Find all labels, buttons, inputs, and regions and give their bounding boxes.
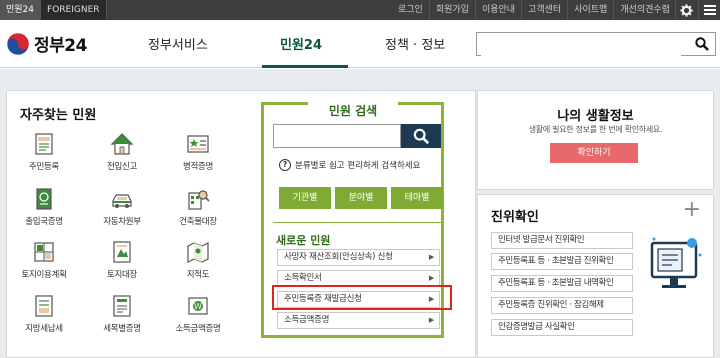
house-icon (110, 132, 134, 156)
verification-title: 진위확인 (491, 210, 539, 225)
frequent-item-label: 병적증명 (182, 162, 214, 172)
frequent-item-military[interactable]: 병적증명 (168, 132, 228, 172)
passport-icon (32, 187, 56, 211)
frequent-item-label: 세목별증명 (103, 324, 141, 334)
tab-by-agency[interactable]: 기관별 (279, 187, 331, 209)
frequent-item-car[interactable]: 자동차원부 (92, 187, 152, 227)
nav-policy-info[interactable]: 정책 · 정보 (385, 34, 445, 53)
building-search-icon (186, 187, 210, 211)
land-ledger-icon (110, 240, 134, 264)
verification-item[interactable]: 주민등록표 등 · 초본발급 내역확인 (491, 275, 633, 292)
frequent-item-label: 토지이용계획 (21, 270, 67, 280)
civil-divider (273, 222, 441, 223)
verification-item[interactable]: 인감증명발급 사실확인 (491, 319, 633, 336)
svg-text:W: W (194, 302, 202, 311)
civil-search-hint: ? 분류별로 쉽고 편리하게 검색하세요 (279, 159, 420, 171)
frequent-item-tax-item[interactable]: 세목별증명 (92, 294, 152, 334)
nav-minwon24[interactable]: 민원24 (280, 34, 322, 53)
nav-active-underline (262, 65, 348, 68)
civil-search-input[interactable] (273, 124, 401, 148)
land-use-icon (32, 240, 56, 264)
frequent-item-local-tax[interactable]: 지방세납세 (14, 294, 74, 334)
main-header: 정부24 정부서비스 민원24 정책 · 정보 (0, 20, 720, 68)
taegeuk-logo-icon (6, 32, 30, 55)
new-civil-item[interactable]: 사망자 재산조회(안심상속) 신청 ▶ (277, 249, 440, 266)
signup-link[interactable]: 회원가입 (428, 0, 475, 20)
frequent-item-label: 지적도 (186, 270, 210, 280)
frequent-item-immigration[interactable]: 출입국증명 (14, 187, 74, 227)
life-info-panel: 나의 생활정보 생활에 필요한 정보를 한 번에 확인하세요. 확인하기 (477, 90, 714, 190)
new-civil-title: 새로운 민원 (276, 234, 331, 247)
frequent-item-land-use[interactable]: 토지이용계획 (14, 240, 74, 280)
verification-item[interactable]: 인터넷 발급문서 진위확인 (491, 232, 633, 249)
frequent-item-move-in[interactable]: 전입신고 (92, 132, 152, 172)
tab-by-theme[interactable]: 테마별 (391, 187, 443, 209)
gear-icon[interactable] (675, 0, 697, 20)
arrow-right-icon: ▶ (428, 274, 434, 282)
plus-icon[interactable]: + (683, 197, 701, 222)
life-info-subtitle: 생활에 필요한 정보를 한 번에 확인하세요. (528, 125, 663, 134)
frequent-item-label: 출입국증명 (25, 217, 63, 227)
frequent-item-label: 소득금액증명 (175, 324, 221, 334)
verification-panel: 진위확인 + 인터넷 발급문서 진위확인 주민등록표 등 · 초본발급 진위확인… (477, 194, 714, 358)
verification-item[interactable]: 주민등록표 등 · 초본발급 진위확인 (491, 253, 633, 270)
life-info-button[interactable]: 확인하기 (550, 143, 638, 163)
frequent-item-resident[interactable]: 주민등록 (14, 132, 74, 172)
car-icon (110, 187, 134, 211)
frequent-item-land-ledger[interactable]: 토지대장 (92, 240, 152, 280)
frequent-item-label: 건축물대장 (179, 217, 217, 227)
tax-item-icon (110, 294, 134, 318)
tab-by-field[interactable]: 분야별 (335, 187, 387, 209)
login-link[interactable]: 로그인 (392, 0, 429, 20)
frequent-item-income[interactable]: W 소득금액증명 (168, 294, 228, 334)
guide-link[interactable]: 이용안내 (474, 0, 521, 20)
logo-text: 정부24 (34, 36, 87, 56)
nav-government-services[interactable]: 정부서비스 (148, 34, 208, 53)
frequent-item-label: 토지대장 (106, 270, 138, 280)
top-bar: 민원24 FOREIGNER 로그인 회원가입 이용안내 고객센터 사이트맵 개… (0, 0, 720, 20)
cadastral-map-icon (186, 240, 210, 264)
verification-item[interactable]: 주민등록증 진위확인 · 잠김해제 (491, 297, 633, 314)
new-civil-item-label: 사망자 재산조회(안심상속) 신청 (284, 252, 393, 262)
tab-minwon24[interactable]: 민원24 (0, 0, 42, 20)
new-civil-item-label: 소득금액증명 (284, 315, 330, 325)
military-record-icon (186, 132, 210, 156)
search-icon (413, 128, 429, 144)
frequent-item-label: 자동차원부 (103, 217, 141, 227)
arrow-right-icon: ▶ (428, 316, 434, 324)
frequent-item-label: 주민등록 (28, 162, 60, 172)
question-icon: ? (279, 159, 291, 171)
civil-search-button[interactable] (401, 124, 441, 148)
search-icon[interactable] (695, 36, 709, 55)
resident-registration-icon (32, 132, 56, 156)
frequent-item-label: 지방세납세 (25, 324, 63, 334)
sitemap-link[interactable]: 사이트맵 (567, 0, 613, 20)
life-info-title: 나의 생활정보 (557, 109, 634, 124)
logo[interactable]: 정부24 (6, 31, 87, 56)
customer-center-link[interactable]: 고객센터 (521, 0, 567, 20)
frequent-item-label: 전입신고 (106, 162, 138, 172)
arrow-right-icon: ▶ (428, 253, 434, 261)
menu-icon[interactable] (698, 0, 720, 20)
feedback-link[interactable]: 개선의견수렴 (613, 0, 676, 20)
civil-search-title: 민원 검색 (308, 102, 398, 118)
top-search (476, 32, 716, 56)
frequent-item-cadastral[interactable]: 지적도 (168, 240, 228, 280)
document-monitor-icon (644, 235, 706, 301)
frequent-title: 자주찾는 민원 (20, 108, 97, 123)
new-civil-item-label: 소득확인서 (284, 273, 322, 283)
civil-search-hint-text: 분류별로 쉽고 편리하게 검색하세요 (295, 161, 421, 171)
highlight-box (272, 285, 452, 310)
local-tax-icon (32, 294, 56, 318)
new-civil-item[interactable]: 소득금액증명 ▶ (277, 312, 440, 329)
frequent-item-building[interactable]: 건축물대장 (168, 187, 228, 227)
top-search-input[interactable] (481, 35, 681, 56)
income-certificate-icon: W (186, 294, 210, 318)
tab-foreigner[interactable]: FOREIGNER (41, 0, 107, 20)
